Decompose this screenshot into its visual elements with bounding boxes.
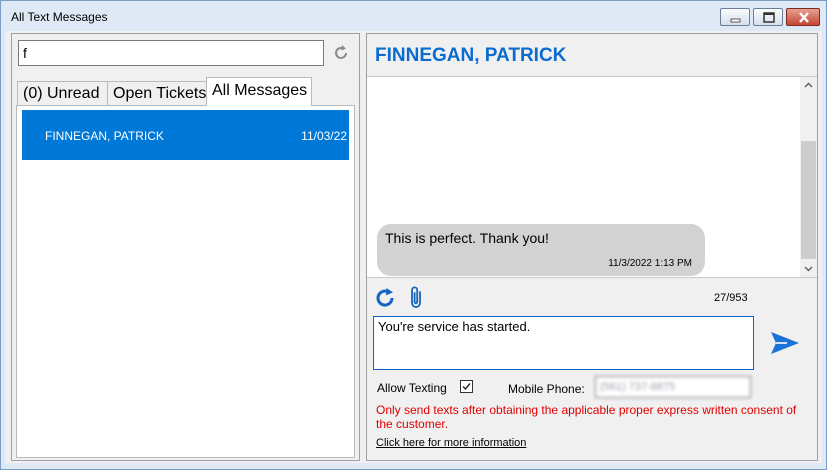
conversation-list-pane: (0) Unread Open Tickets All Messages FIN… <box>11 33 360 461</box>
conversation-list: FINNEGAN, PATRICK 11/03/22 <box>16 105 355 458</box>
close-icon <box>799 12 809 23</box>
send-icon[interactable] <box>769 329 801 357</box>
vertical-scrollbar[interactable] <box>800 77 817 277</box>
tab-open-tickets[interactable]: Open Tickets <box>107 81 207 106</box>
message-text: This is perfect. Thank you! <box>385 230 549 246</box>
app-window: All Text Messages (0) Unread Open Ticket… <box>0 0 827 470</box>
allow-texting-checkbox[interactable] <box>460 380 473 393</box>
maximize-icon <box>763 12 775 23</box>
scrollbar-thumb[interactable] <box>801 141 816 259</box>
tab-all-messages[interactable]: All Messages <box>206 77 312 106</box>
title-bar: All Text Messages <box>1 1 826 31</box>
consent-warning: Only send texts after obtaining the appl… <box>376 403 797 431</box>
refresh-messages-icon[interactable] <box>373 286 397 310</box>
more-info-link[interactable]: Click here for more information <box>376 437 526 449</box>
character-count: 27/953 <box>714 292 748 304</box>
message-timestamp: 11/3/2022 1:13 PM <box>608 258 692 269</box>
list-item-date: 11/03/22 <box>301 129 347 143</box>
message-input[interactable] <box>373 316 754 370</box>
scroll-down-icon[interactable] <box>800 260 817 277</box>
mobile-phone-field[interactable] <box>595 376 751 398</box>
minimize-button[interactable] <box>720 8 750 26</box>
message-history: This is perfect. Thank you! 11/3/2022 1:… <box>367 76 817 278</box>
contact-name: FINNEGAN, PATRICK <box>375 45 567 66</box>
checkmark-icon <box>462 383 471 391</box>
message-bubble: This is perfect. Thank you! 11/3/2022 1:… <box>377 224 705 276</box>
allow-texting-label: Allow Texting <box>377 381 447 395</box>
mobile-phone-label: Mobile Phone: <box>508 382 585 396</box>
minimize-icon <box>730 18 741 23</box>
list-item[interactable]: FINNEGAN, PATRICK 11/03/22 <box>22 110 349 160</box>
list-item-name: FINNEGAN, PATRICK <box>45 129 164 143</box>
maximize-button[interactable] <box>753 8 783 26</box>
refresh-icon[interactable] <box>331 43 351 63</box>
tab-unread[interactable]: (0) Unread <box>17 81 108 106</box>
attachment-icon[interactable] <box>407 285 427 311</box>
search-input[interactable] <box>18 40 324 66</box>
scroll-up-icon[interactable] <box>800 77 817 94</box>
close-button[interactable] <box>786 8 820 26</box>
window-title: All Text Messages <box>11 10 108 24</box>
message-pane: FINNEGAN, PATRICK This is perfect. Thank… <box>366 33 818 461</box>
client-area: (0) Unread Open Tickets All Messages FIN… <box>5 31 822 463</box>
